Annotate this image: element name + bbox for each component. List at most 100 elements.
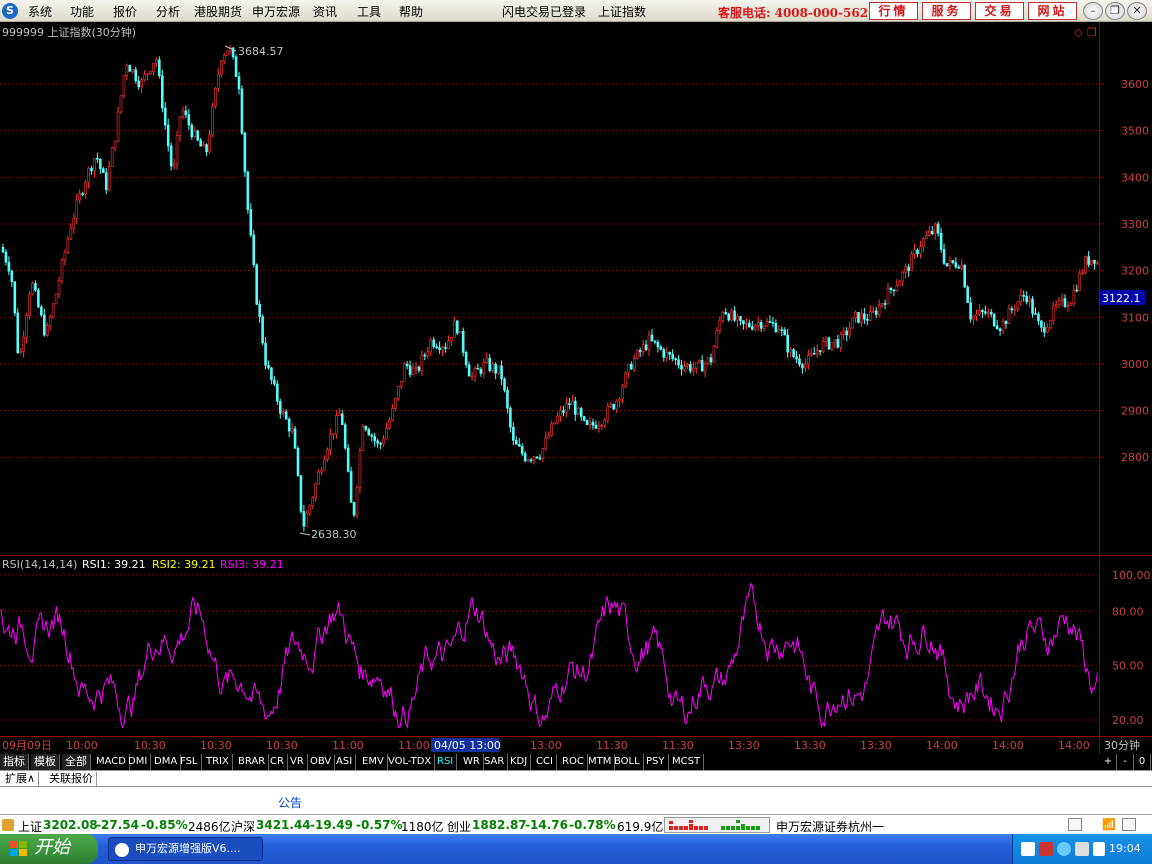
candle-body (399, 381, 403, 387)
menu-hk-futures[interactable]: 港股期货 (194, 3, 242, 20)
indicator-tab-rsi[interactable]: RSI (434, 754, 458, 770)
indicator-tab-kdj[interactable]: KDJ (507, 754, 532, 770)
candle-body (494, 363, 497, 374)
candle-body (503, 378, 506, 391)
menu-swhy[interactable]: 申万宏源 (252, 3, 300, 20)
candle-body (441, 347, 444, 351)
zoom-out-button[interactable]: - (1117, 754, 1134, 770)
candle-body (54, 293, 58, 305)
candle-body (128, 65, 132, 72)
candle-body (63, 251, 67, 261)
price-tick-label: 3200 (1121, 265, 1149, 278)
indicator-tab-obv[interactable]: OBV (307, 754, 336, 770)
candle-body (514, 440, 518, 445)
restore-icon[interactable]: ❐ (1105, 2, 1125, 20)
candle-body (143, 74, 146, 80)
menu-info[interactable]: 资讯 (313, 3, 337, 20)
diamond-icon[interactable]: ◇ (1074, 26, 1083, 39)
menu-quote[interactable]: 报价 (113, 3, 137, 20)
indicator-tab-roc[interactable]: ROC (559, 754, 588, 770)
candle-body (745, 322, 748, 325)
candle-body (863, 313, 866, 320)
website-button[interactable]: 网站 (1028, 2, 1077, 20)
candle-body (538, 457, 542, 460)
taskbar-app-item[interactable]: 申万宏源增强版V6.... (108, 837, 263, 861)
menu-analysis[interactable]: 分析 (156, 3, 180, 20)
related-quotes-tab[interactable]: 关联报价 (46, 772, 97, 787)
candle-body (978, 310, 981, 315)
reset-button[interactable]: 0 (1134, 754, 1151, 770)
indicator-tab-cci[interactable]: CCI (533, 754, 557, 770)
indicator-tab-boll[interactable]: BOLL (611, 754, 644, 770)
window-mode-icon[interactable]: ❐ (1087, 26, 1097, 39)
chart-area[interactable]: 3600 3500 3400 3300 3200 3100 3000 2900 2800 100… (0, 22, 1152, 755)
candle-body (889, 287, 893, 291)
cy-name[interactable]: 创业 (447, 818, 471, 835)
candle-body (414, 366, 418, 369)
indicator-tab-sar[interactable]: SAR (481, 754, 509, 770)
expand-tab[interactable]: 扩展∧ (2, 772, 40, 787)
candle-body (1084, 256, 1087, 273)
tray-speaker-icon[interactable] (1075, 842, 1089, 856)
candle-body (202, 144, 205, 147)
indicator-tab-emv[interactable]: EMV (359, 754, 388, 770)
candle-body (883, 303, 887, 305)
sh-name[interactable]: 上证 (18, 818, 42, 835)
note-icon[interactable] (1068, 818, 1082, 831)
menu-help[interactable]: 帮助 (399, 3, 423, 20)
candle-body (998, 328, 1002, 332)
service-button[interactable]: 服务 (922, 2, 971, 20)
tray-network-icon[interactable] (1039, 842, 1053, 856)
candle-body (659, 346, 663, 350)
close-icon[interactable]: ✕ (1127, 2, 1147, 20)
indicator-tab-vr[interactable]: VR (287, 754, 308, 770)
market-button[interactable]: 行情 (869, 2, 918, 20)
candle-body (25, 315, 28, 338)
all-tab[interactable]: 全部 (62, 754, 91, 770)
candle-body (860, 313, 863, 323)
indicator-tab-left[interactable]: 指标 (0, 754, 29, 770)
sub-tab-bar: 扩展∧ 关联报价 (0, 770, 1152, 787)
candle-body (252, 234, 256, 266)
indicator-tab-fsl[interactable]: FSL (177, 754, 202, 770)
indicator-tab-vol-tdx[interactable]: VOL-TDX (385, 754, 436, 770)
candle-body (526, 459, 530, 462)
indicator-tab-brar[interactable]: BRAR (235, 754, 270, 770)
candle-body (933, 223, 937, 234)
candle-body (196, 130, 199, 141)
candle-body (122, 74, 126, 97)
menu-tools[interactable]: 工具 (357, 3, 381, 20)
indicator-tab-mcst[interactable]: MCST (669, 754, 705, 770)
candle-body (346, 447, 350, 472)
zoom-in-button[interactable]: + (1100, 754, 1117, 770)
candle-body (361, 425, 365, 452)
kline-chart[interactable]: 3600 3500 3400 3300 3200 3100 3000 2900 2800 100… (0, 22, 1152, 755)
current-price-tag: 3122.1 (1102, 292, 1141, 305)
indicator-tab-dmi[interactable]: DMI (125, 754, 152, 770)
tray-flag-icon[interactable] (1093, 842, 1105, 856)
indicator-tab-trix[interactable]: TRIX (203, 754, 233, 770)
tray-shield-icon[interactable] (1021, 842, 1035, 856)
indicator-tab-cr[interactable]: CR (267, 754, 288, 770)
menu-function[interactable]: 功能 (70, 3, 94, 20)
start-button[interactable]: 开始 (0, 834, 98, 864)
tray-ime-icon[interactable] (1057, 842, 1071, 856)
indicator-tab-asi[interactable]: ASI (333, 754, 357, 770)
candle-body (630, 363, 633, 370)
candle-body (155, 59, 158, 64)
minimize-icon[interactable]: – (1083, 2, 1103, 20)
candle-body (812, 353, 816, 355)
price-tick-label: 3300 (1121, 218, 1149, 231)
signal-icon[interactable]: 📶 (1102, 818, 1116, 831)
app-logo-icon[interactable]: S (2, 3, 18, 19)
menu-system[interactable]: 系统 (28, 3, 52, 20)
trade-button[interactable]: 交易 (975, 2, 1024, 20)
window-icon[interactable] (1122, 818, 1136, 831)
hs-name[interactable]: 沪深 (231, 818, 255, 835)
template-tab[interactable]: 模板 (31, 754, 60, 770)
candle-body (535, 456, 539, 459)
candle-body (7, 261, 11, 272)
indicator-tab-psy[interactable]: PSY (643, 754, 669, 770)
period-label[interactable]: 30分钟 (1104, 738, 1140, 752)
notice-label[interactable]: 公告 (278, 794, 302, 811)
